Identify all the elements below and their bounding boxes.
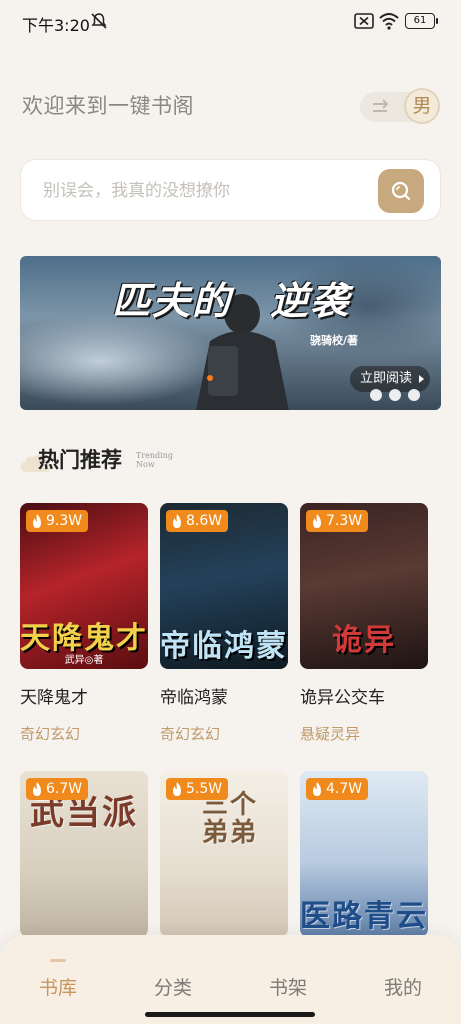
book-cover[interactable]: 帝临鸿蒙 8.6W <box>160 503 288 669</box>
heat-value: 4.7W <box>326 781 363 797</box>
gender-toggle[interactable]: 男 <box>360 88 440 124</box>
book-cover-author: 武异◎著 <box>64 655 104 666</box>
nav-tab-label: 分类 <box>153 977 192 999</box>
book-cover-title: 帝临鸿蒙 <box>160 629 288 664</box>
book-title[interactable]: 帝临鸿蒙 <box>160 683 228 708</box>
read-now-label: 立即阅读 <box>360 371 413 386</box>
section-title: 热门推荐 <box>38 447 122 472</box>
nav-tab-label: 我的 <box>383 977 422 999</box>
heat-value: 8.6W <box>186 513 223 529</box>
book-genre: 奇幻玄幻 <box>160 725 221 743</box>
banner-title: 逆袭 <box>270 278 351 323</box>
book-cover[interactable]: 天降鬼才 武异◎著 9.3W <box>20 503 148 669</box>
chevron-right-icon <box>419 375 425 383</box>
search-input[interactable] <box>43 174 373 208</box>
heat-badge: 6.7W <box>26 778 89 800</box>
status-time: 下午3:20 <box>22 16 90 35</box>
flame-icon <box>313 514 321 528</box>
carousel-dot[interactable] <box>408 389 420 401</box>
flame-icon <box>313 782 321 796</box>
book-title[interactable]: 天降鬼才 <box>20 683 88 708</box>
nav-tab[interactable]: 书库 <box>18 959 98 1000</box>
search-icon <box>391 181 411 201</box>
mute-icon <box>91 13 107 29</box>
book-genre: 奇幻玄幻 <box>20 725 81 743</box>
carousel-dot[interactable] <box>370 389 382 401</box>
heat-badge: 5.5W <box>166 778 229 800</box>
heat-badge: 9.3W <box>26 510 89 532</box>
search-button[interactable] <box>378 169 424 213</box>
heat-value: 5.5W <box>186 781 223 797</box>
search-bar <box>20 159 441 221</box>
wifi-icon <box>379 13 399 30</box>
flame-icon <box>33 514 41 528</box>
status-bar: 下午3:20 61 <box>0 0 461 44</box>
banner-author: 骁骑校/著 <box>310 334 359 347</box>
book-cover[interactable]: 武当派 6.7W <box>20 771 148 937</box>
heat-value: 6.7W <box>46 781 83 797</box>
nav-tab[interactable]: 分类 <box>133 973 213 1000</box>
welcome-title: 欢迎来到一键书阁 <box>22 94 194 118</box>
heat-badge: 8.6W <box>166 510 229 532</box>
no-sim-icon <box>354 13 374 29</box>
flame-icon <box>173 782 181 796</box>
book-genre: 悬疑灵异 <box>300 725 361 743</box>
promo-banner[interactable]: 匹夫的 逆袭 骁骑校/著 立即阅读 <box>20 256 441 410</box>
book-cover[interactable]: 三个弟弟 5.5W <box>160 771 288 937</box>
nav-tab[interactable]: 我的 <box>363 973 443 1000</box>
book-cover[interactable]: 医路青云 4.7W <box>300 771 428 937</box>
heat-badge: 7.3W <box>306 510 369 532</box>
book-cover-title: 诡异 <box>332 623 396 658</box>
home-indicator[interactable] <box>145 1012 315 1017</box>
section-subtitle: Trending Now <box>136 451 173 469</box>
flame-icon <box>173 514 181 528</box>
active-tab-indicator <box>50 959 66 962</box>
section-header: 热门推荐 Trending Now <box>18 440 218 480</box>
nav-tab[interactable]: 书架 <box>248 973 328 1000</box>
battery-level: 61 <box>413 15 427 26</box>
gender-badge[interactable]: 男 <box>404 88 440 124</box>
banner-title: 匹夫的 <box>112 278 233 323</box>
bottom-nav: 书库 分类 书架 我的 <box>0 935 461 1024</box>
book-title[interactable]: 诡异公交车 <box>300 683 385 708</box>
heat-badge: 4.7W <box>306 778 369 800</box>
nav-tab-label: 书架 <box>268 977 307 999</box>
carousel-dot[interactable] <box>389 389 401 401</box>
carousel-indicator[interactable] <box>370 386 427 401</box>
flame-icon <box>33 782 41 796</box>
heat-value: 9.3W <box>46 513 83 529</box>
swap-icon <box>373 99 389 112</box>
book-cover[interactable]: 诡异 7.3W <box>300 503 428 669</box>
battery-icon: 61 <box>405 13 438 29</box>
nav-tab-label: 书库 <box>38 977 77 999</box>
book-cover-title: 医路青云 <box>300 899 428 934</box>
heat-value: 7.3W <box>326 513 363 529</box>
